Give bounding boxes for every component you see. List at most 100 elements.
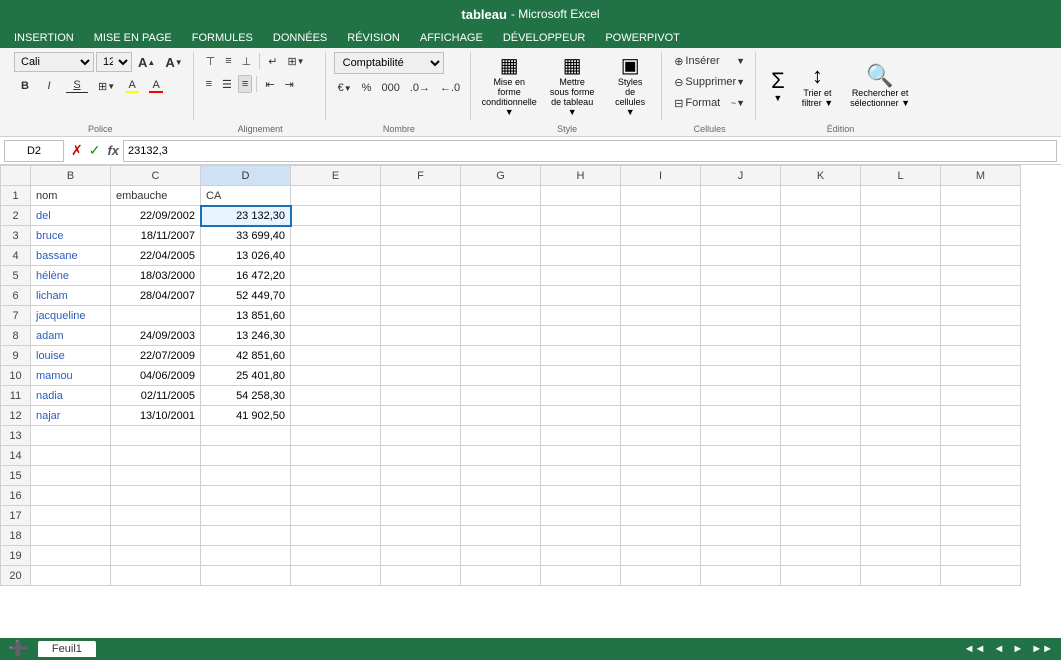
scroll-step-right-btn[interactable]: ► <box>1012 643 1023 655</box>
cell[interactable] <box>541 426 621 446</box>
cell[interactable] <box>541 366 621 386</box>
cell[interactable] <box>541 466 621 486</box>
cell[interactable] <box>621 506 701 526</box>
cell[interactable] <box>701 186 781 206</box>
cell[interactable] <box>781 406 861 426</box>
cell[interactable] <box>381 406 461 426</box>
increase-font-btn[interactable]: A▲ <box>134 53 159 71</box>
cell[interactable] <box>381 566 461 586</box>
cell[interactable] <box>31 526 111 546</box>
cell[interactable] <box>461 486 541 506</box>
cell[interactable] <box>701 406 781 426</box>
cell[interactable] <box>861 486 941 506</box>
cell[interactable] <box>291 466 381 486</box>
cell[interactable] <box>941 546 1021 566</box>
cell[interactable] <box>111 546 201 566</box>
cell[interactable] <box>461 406 541 426</box>
align-left-btn[interactable]: ≡ <box>202 75 216 93</box>
cell[interactable] <box>701 386 781 406</box>
cell[interactable] <box>781 386 861 406</box>
cell[interactable] <box>291 226 381 246</box>
cell[interactable] <box>701 546 781 566</box>
cell[interactable] <box>781 226 861 246</box>
cell[interactable] <box>941 226 1021 246</box>
add-sheet-btn[interactable]: ➕ <box>8 639 28 659</box>
cell[interactable] <box>941 266 1021 286</box>
col-header-D[interactable]: D <box>201 166 291 186</box>
cell[interactable] <box>701 306 781 326</box>
cell[interactable] <box>701 206 781 226</box>
conditional-format-btn[interactable]: ▦ Mise en forme conditionnelle ▼ <box>479 52 539 120</box>
cell[interactable] <box>621 206 701 226</box>
align-top-btn[interactable]: ⊤ <box>202 52 220 70</box>
cell[interactable] <box>381 306 461 326</box>
cell[interactable] <box>201 486 291 506</box>
cell[interactable] <box>941 446 1021 466</box>
cell[interactable] <box>31 446 111 466</box>
cell[interactable]: adam <box>31 326 111 346</box>
cell[interactable] <box>861 406 941 426</box>
cell[interactable] <box>201 526 291 546</box>
cell[interactable] <box>781 466 861 486</box>
cell[interactable] <box>291 486 381 506</box>
cell[interactable] <box>201 566 291 586</box>
cell[interactable] <box>541 506 621 526</box>
cell[interactable] <box>201 546 291 566</box>
cell[interactable] <box>861 346 941 366</box>
cell[interactable] <box>381 506 461 526</box>
cell[interactable]: 02/11/2005 <box>111 386 201 406</box>
cell[interactable] <box>621 486 701 506</box>
cell[interactable] <box>381 486 461 506</box>
tab-powerpivot[interactable]: POWERPIVOT <box>595 28 690 48</box>
cell[interactable] <box>291 366 381 386</box>
col-header-L[interactable]: L <box>861 166 941 186</box>
cell[interactable] <box>941 186 1021 206</box>
formula-cancel-icon[interactable]: ✗ <box>71 142 83 159</box>
cell[interactable] <box>621 186 701 206</box>
tab-developpeur[interactable]: DÉVELOPPEUR <box>493 28 596 48</box>
cell[interactable]: nadia <box>31 386 111 406</box>
cell[interactable] <box>111 426 201 446</box>
borders-btn[interactable]: ⊞▼ <box>94 77 119 95</box>
cell[interactable]: 24/09/2003 <box>111 326 201 346</box>
cell[interactable] <box>291 326 381 346</box>
cell[interactable] <box>111 446 201 466</box>
col-header-H[interactable]: H <box>541 166 621 186</box>
cell[interactable] <box>861 326 941 346</box>
cell[interactable]: 16 472,20 <box>201 266 291 286</box>
cell[interactable] <box>621 366 701 386</box>
cell[interactable] <box>381 326 461 346</box>
cell[interactable] <box>541 286 621 306</box>
increase-indent-btn[interactable]: ⇥ <box>281 75 298 93</box>
cell[interactable]: 13 246,30 <box>201 326 291 346</box>
cell[interactable] <box>621 226 701 246</box>
cell[interactable] <box>291 246 381 266</box>
cell[interactable] <box>781 346 861 366</box>
decrease-indent-btn[interactable]: ⇤ <box>261 75 278 93</box>
decrease-decimal-btn[interactable]: ←.0 <box>436 79 464 97</box>
cell-styles-btn[interactable]: ▣ Styles de cellules ▼ <box>605 52 655 120</box>
cell[interactable] <box>781 306 861 326</box>
cell[interactable] <box>621 246 701 266</box>
cell[interactable] <box>781 486 861 506</box>
cell[interactable] <box>781 546 861 566</box>
increase-decimal-btn[interactable]: .0→ <box>406 79 434 97</box>
cell[interactable] <box>861 306 941 326</box>
cell[interactable] <box>111 506 201 526</box>
cell[interactable] <box>541 526 621 546</box>
cell[interactable] <box>541 486 621 506</box>
cell[interactable] <box>781 266 861 286</box>
cell[interactable] <box>781 186 861 206</box>
font-color-btn[interactable]: A <box>145 77 167 95</box>
cell[interactable]: 13 026,40 <box>201 246 291 266</box>
cell[interactable] <box>861 206 941 226</box>
cell[interactable]: 23 132,30 <box>201 206 291 226</box>
fill-color-btn[interactable]: A <box>121 77 143 95</box>
cell[interactable] <box>461 286 541 306</box>
table-format-btn[interactable]: ▦ Mettre sous forme de tableau ▼ <box>542 52 602 120</box>
cell[interactable] <box>111 306 201 326</box>
cell[interactable] <box>941 466 1021 486</box>
cell[interactable] <box>381 426 461 446</box>
name-box[interactable]: D2 <box>4 140 64 162</box>
cell[interactable] <box>31 466 111 486</box>
